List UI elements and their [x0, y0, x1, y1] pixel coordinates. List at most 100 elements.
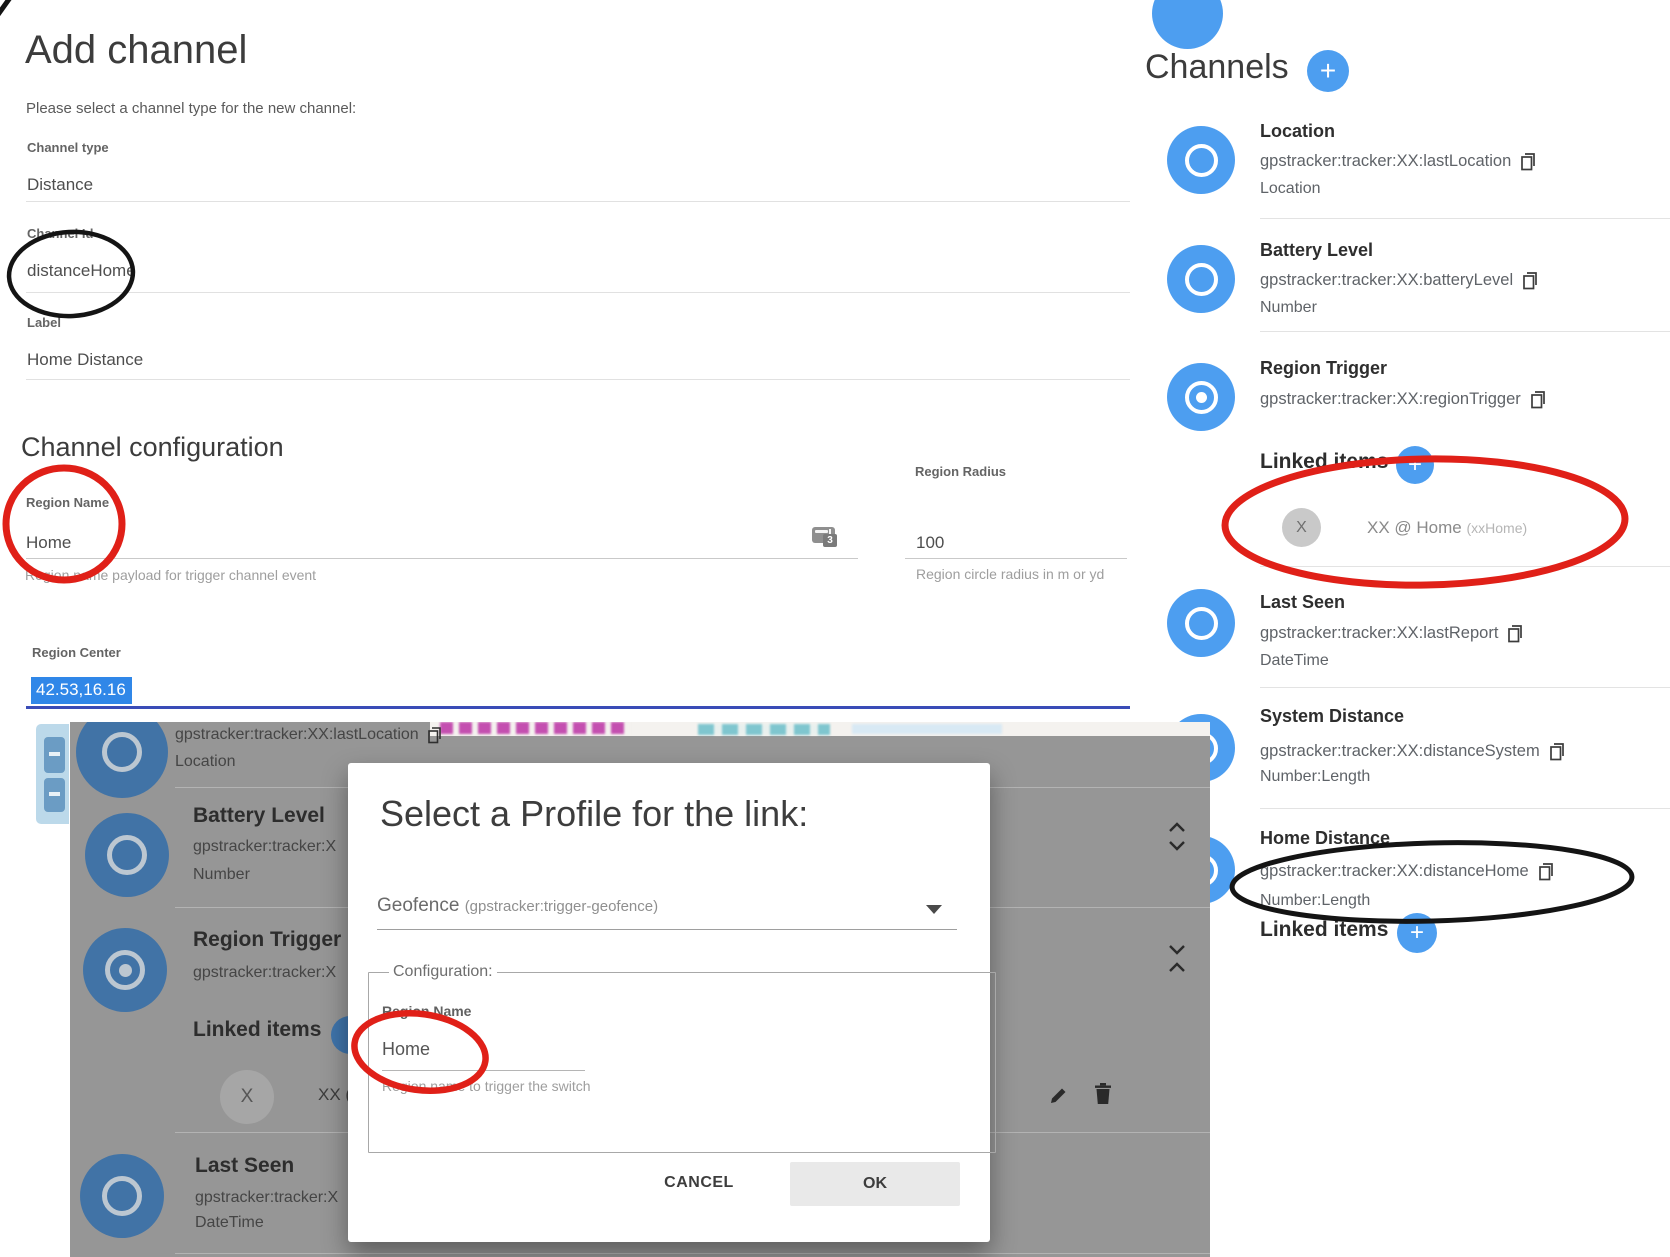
- divider: [26, 379, 1130, 380]
- label-field-input[interactable]: Home Distance: [27, 350, 143, 370]
- move-up-icon[interactable]: [1168, 822, 1186, 833]
- region-radius-underline: [905, 558, 1127, 559]
- channel-type: Number: [1260, 299, 1317, 317]
- channel-uid: gpstracker:tracker:XX:regionTrigger: [1260, 390, 1521, 409]
- channel-uid: gpstracker:tracker:XX:lastLocation: [1260, 152, 1511, 171]
- channel-id-row: gpstracker:tracker:XX:regionTrigger: [1260, 390, 1546, 409]
- linked-item[interactable]: XX @ Home (xxHome): [1367, 518, 1527, 538]
- channel-icon: [1167, 126, 1235, 194]
- page-title: Add channel: [25, 28, 247, 73]
- channel-title: Battery Level: [1260, 240, 1373, 261]
- channel-icon: [1167, 245, 1235, 313]
- configuration-fieldset: Configuration: Region Name Home Region n…: [368, 963, 996, 1153]
- formfill-icon[interactable]: 3: [812, 527, 835, 543]
- ok-button[interactable]: OK: [790, 1162, 960, 1206]
- channel-type: Location: [175, 753, 236, 771]
- channel-id-row: gpstracker:tracker:XX:lastReport: [1260, 624, 1523, 643]
- linked-item-text: XX (: [318, 1085, 351, 1105]
- map-fragment: [698, 724, 830, 735]
- divider: [1260, 808, 1670, 809]
- region-center-label: Region Center: [32, 645, 121, 660]
- channel-type-value[interactable]: Distance: [27, 175, 93, 195]
- channel-title: Home Distance: [1260, 828, 1390, 849]
- channel-uid: gpstracker:tracker:X: [193, 838, 336, 856]
- channel-id-row: gpstracker:tracker:XX:batteryLevel: [1260, 271, 1538, 290]
- channel-icon-dim: [80, 1154, 164, 1238]
- channel-icon-trigger-dim: [83, 928, 167, 1012]
- channel-icon-trigger: [1167, 363, 1235, 431]
- copy-icon[interactable]: [1507, 625, 1523, 643]
- dialog-title: Select a Profile for the link:: [380, 793, 808, 835]
- region-name-underline: [26, 558, 858, 559]
- label-field-label: Label: [27, 315, 61, 330]
- channel-type-label: Channel type: [27, 140, 109, 155]
- move-down-icon[interactable]: [1168, 840, 1186, 851]
- add-linked-item-button[interactable]: +: [1397, 913, 1437, 953]
- linked-item-text: XX @ Home: [1367, 518, 1462, 537]
- move-down-icon[interactable]: [1168, 944, 1186, 955]
- form-subtitle: Please select a channel type for the new…: [26, 100, 356, 117]
- channel-type: DateTime: [195, 1214, 264, 1232]
- map-fragment: [852, 724, 1002, 734]
- cancel-button[interactable]: CANCEL: [644, 1163, 754, 1203]
- profile-select[interactable]: Geofence (gpstracker:trigger-geofence): [377, 895, 658, 917]
- channel-type: Location: [1260, 180, 1321, 198]
- copy-icon[interactable]: [1549, 743, 1565, 761]
- divider: [175, 1253, 1210, 1254]
- channel-uid: gpstracker:tracker:X: [195, 1189, 338, 1207]
- region-radius-input[interactable]: 100: [916, 533, 944, 553]
- dialog-region-name-helper: Region name to trigger the switch: [382, 1078, 591, 1094]
- copy-icon[interactable]: [1538, 863, 1554, 881]
- copy-icon[interactable]: [427, 727, 442, 744]
- divider: [26, 201, 1130, 202]
- channel-uid: gpstracker:tracker:XX:batteryLevel: [1260, 271, 1513, 290]
- pen-mark: [0, 0, 12, 16]
- channel-id-input[interactable]: distanceHome: [27, 261, 136, 281]
- move-up-icon[interactable]: [1168, 962, 1186, 973]
- region-name-input[interactable]: Home: [26, 533, 71, 553]
- screen: Add channel Please select a channel type…: [0, 0, 1670, 1257]
- channel-uid: gpstracker:tracker:XX:lastReport: [1260, 624, 1498, 643]
- dropdown-caret-icon[interactable]: [926, 905, 942, 914]
- linked-item-avatar: X: [1282, 508, 1321, 547]
- profile-select-detail: (gpstracker:trigger-geofence): [465, 898, 658, 915]
- channel-title: Last Seen: [1260, 592, 1345, 613]
- channel-uid: gpstracker:tracker:XX:lastLocation: [175, 726, 419, 744]
- linked-item-suffix: (xxHome): [1466, 520, 1527, 536]
- copy-icon[interactable]: [1522, 272, 1538, 290]
- divider: [26, 292, 1130, 293]
- channel-title: Battery Level: [193, 804, 325, 828]
- channel-id-label: Channel Id: [27, 226, 93, 241]
- map-control[interactable]: [36, 724, 69, 824]
- linked-item-avatar: X: [220, 1070, 274, 1124]
- profile-select-value: Geofence: [377, 895, 459, 916]
- linked-items-label: Linked items: [1260, 450, 1388, 474]
- formfill-badge: 3: [823, 534, 837, 547]
- region-name-label: Region Name: [26, 495, 109, 510]
- copy-icon[interactable]: [1520, 153, 1536, 171]
- channel-uid: gpstracker:tracker:XX:distanceSystem: [1260, 742, 1540, 761]
- section-title: Channel configuration: [21, 432, 284, 463]
- add-channel-button[interactable]: +: [1307, 50, 1349, 92]
- dialog-region-name-input[interactable]: Home: [382, 1039, 430, 1060]
- trash-icon[interactable]: [1092, 1082, 1114, 1106]
- scrolled-fab-icon[interactable]: [1152, 0, 1223, 49]
- edit-pencil-icon[interactable]: [1048, 1084, 1070, 1106]
- region-center-input[interactable]: 42.53,16.16: [31, 677, 132, 704]
- channel-title: Location: [1260, 121, 1335, 142]
- dialog-input-underline: [382, 1070, 585, 1071]
- profile-dialog: Select a Profile for the link: Geofence …: [348, 763, 990, 1242]
- add-linked-item-button[interactable]: +: [1396, 446, 1434, 484]
- configuration-legend: Configuration:: [389, 963, 497, 981]
- channel-id-row-dim: gpstracker:tracker:XX:lastLocation: [175, 726, 442, 744]
- linked-items-label: Linked items: [193, 1018, 321, 1042]
- divider: [1260, 331, 1670, 332]
- channel-icon: [1167, 589, 1235, 657]
- map-text-fragment: [440, 722, 630, 734]
- divider: [1260, 566, 1670, 567]
- copy-icon[interactable]: [1530, 391, 1546, 409]
- channel-title: Region Trigger: [193, 928, 341, 952]
- channel-uid: gpstracker:tracker:XX:distanceHome: [1260, 862, 1529, 881]
- channel-title: System Distance: [1260, 706, 1404, 727]
- channel-uid: gpstracker:tracker:X: [193, 964, 336, 982]
